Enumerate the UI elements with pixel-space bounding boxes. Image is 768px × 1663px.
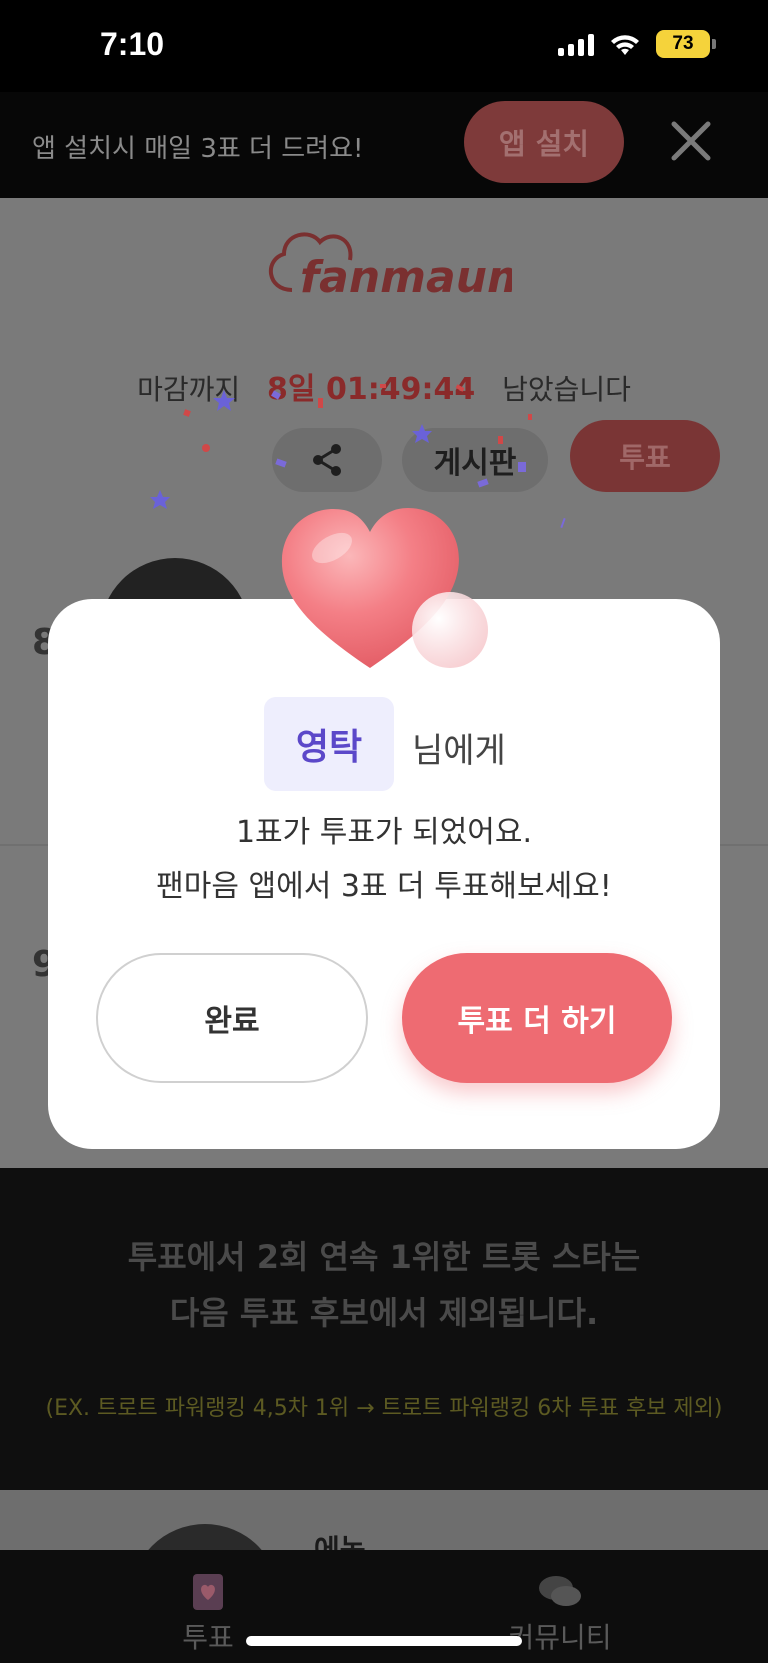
logo-text: fanmaum	[300, 252, 512, 303]
vote-card-icon	[193, 1574, 223, 1610]
install-banner: 앱 설치시 매일 3표 더 드려요! 앱 설치	[0, 92, 768, 198]
fanmaum-logo: fanmaum	[268, 232, 512, 303]
home-indicator	[246, 1636, 522, 1646]
tab-bar: 투표 커뮤니티	[0, 1550, 768, 1663]
countdown-prefix: 마감까지	[137, 373, 241, 406]
signal-icon	[558, 32, 594, 56]
close-icon[interactable]	[668, 118, 714, 164]
countdown-suffix: 남았습니다	[502, 373, 631, 406]
done-button[interactable]: 완료	[96, 953, 368, 1083]
candidate-card: 에녹	[0, 1490, 768, 1663]
heart-icon	[281, 508, 488, 668]
modal-message-line-2: 팬마음 앱에서 3표 더 투표해보세요!	[156, 869, 612, 904]
status-time: 7:10	[100, 26, 165, 62]
vote-more-button[interactable]: 투표 더 하기	[402, 953, 672, 1083]
tab-community-label: 커뮤니티	[508, 1621, 612, 1654]
countdown: 마감까지 8일 01:49:44 남았습니다	[0, 364, 768, 408]
chat-bubbles-icon	[539, 1576, 581, 1606]
notice-section: 투표에서 2회 연속 1위한 트롯 스타는 다음 투표 후보에서 제외됩니다. …	[0, 1168, 768, 1490]
vote-complete-modal: 영탁 님에게 1표가 투표가 되었어요. 팬마음 앱에서 3표 더 투표해보세요…	[48, 599, 720, 1149]
share-button[interactable]	[272, 428, 382, 492]
notice-line-1: 투표에서 2회 연속 1위한 트롯 스타는	[127, 1238, 641, 1276]
wifi-icon	[611, 35, 639, 55]
modal-message-line-1: 1표가 투표가 되었어요.	[235, 815, 533, 850]
install-banner-text: 앱 설치시 매일 3표 더 드려요!	[32, 134, 364, 164]
vote-button[interactable]: 투표	[570, 420, 720, 492]
recipient-name: 영탁	[264, 697, 394, 791]
tab-vote-label: 투표	[182, 1621, 234, 1654]
board-button[interactable]: 게시판	[402, 428, 548, 492]
share-icon	[313, 444, 341, 476]
notice-line-2: 다음 투표 후보에서 제외됩니다.	[169, 1294, 599, 1332]
battery-level: 73	[672, 33, 694, 54]
battery-icon: 73	[656, 30, 716, 58]
countdown-time: 8일 01:49:44	[267, 372, 476, 407]
status-icons: 73	[558, 30, 716, 58]
status-bar: 7:10 73	[0, 0, 768, 92]
notice-example: (EX. 트로트 파워랭킹 4,5차 1위 → 트로트 파워랭킹 6차 투표 후…	[45, 1396, 723, 1421]
install-app-button[interactable]: 앱 설치	[464, 101, 624, 183]
recipient-suffix: 님에게	[412, 731, 506, 771]
